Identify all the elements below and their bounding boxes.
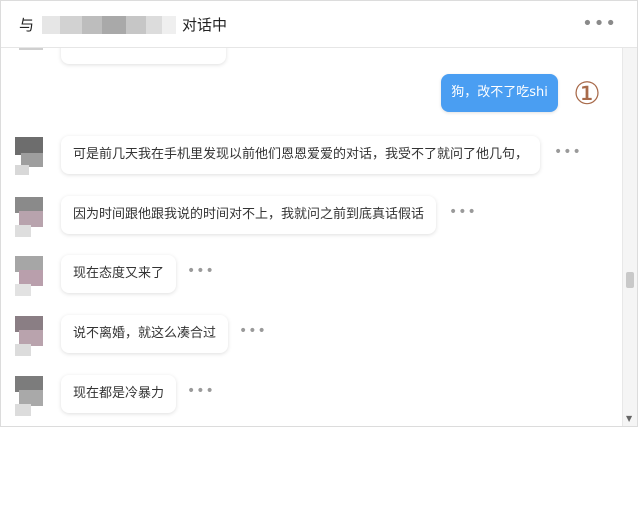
title-suffix: 对话中 <box>182 16 228 34</box>
chat-window: 与 对话中 ••• 狗，改不了吃shi ① 可是前几天我在手机里发现以前他们恩恩… <box>0 0 638 427</box>
message-bubble-partial <box>61 48 226 64</box>
title-prefix: 与 <box>19 16 35 34</box>
outgoing-message-bubble: 狗，改不了吃shi <box>441 74 558 112</box>
avatar <box>13 135 45 179</box>
message-more-icon[interactable]: ••• <box>187 383 215 399</box>
message-bubble: 可是前几天我在手机里发现以前他们恩恩爱爱的对话，我受不了就问了他几句， <box>61 136 541 174</box>
message-list[interactable]: 狗，改不了吃shi ① 可是前几天我在手机里发现以前他们恩恩爱爱的对话，我受不了… <box>1 48 623 426</box>
message-more-icon[interactable]: ••• <box>187 263 215 279</box>
more-options-icon[interactable]: ••• <box>582 13 617 34</box>
message-more-icon[interactable]: ••• <box>554 144 582 160</box>
message-more-icon[interactable]: ••• <box>449 204 477 220</box>
chat-header: 与 对话中 ••• <box>1 1 637 48</box>
message-bubble: 现在都是冷暴力 <box>61 375 177 413</box>
scrollbar[interactable]: ▼ <box>622 48 637 426</box>
message-bubble: 说不离婚，就这么凑合过 <box>61 315 229 353</box>
scrollbar-thumb[interactable] <box>626 272 634 288</box>
message-bubble: 现在态度又来了 <box>61 255 177 293</box>
contact-name-redacted <box>42 15 177 34</box>
annotation-number: ① <box>573 76 601 112</box>
chat-title: 与 对话中 <box>19 14 227 35</box>
scroll-down-arrow-icon[interactable]: ▼ <box>626 414 632 423</box>
avatar <box>13 374 45 418</box>
avatar <box>15 48 47 72</box>
message-bubble: 因为时间跟他跟我说的时间对不上，我就问之前到底真话假话 <box>61 196 437 234</box>
avatar <box>13 314 45 358</box>
message-more-icon[interactable]: ••• <box>239 323 267 339</box>
avatar <box>13 195 45 239</box>
avatar <box>13 254 45 298</box>
